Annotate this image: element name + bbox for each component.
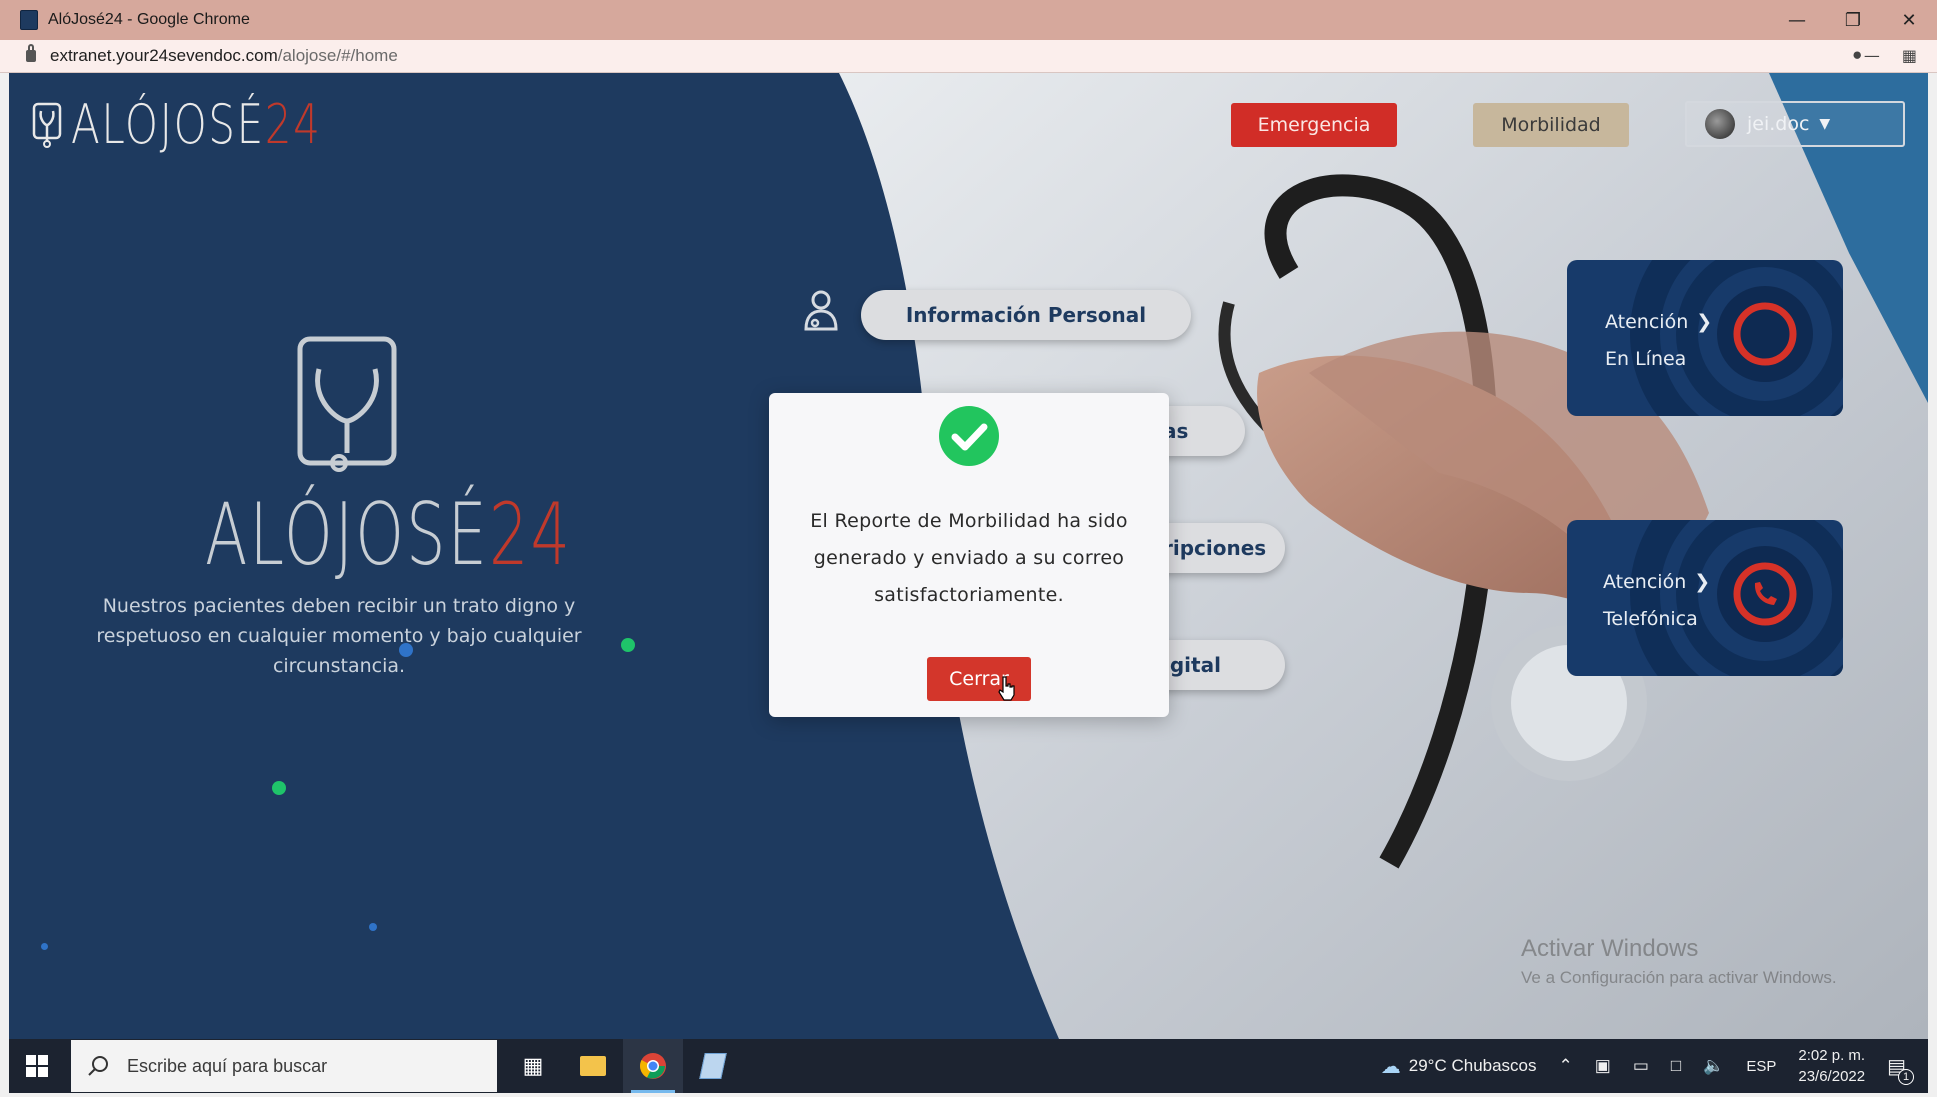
- chevron-right-icon: ❯: [1696, 311, 1713, 333]
- menu-item-label: igital: [1163, 653, 1221, 677]
- stethoscope-large-logo-icon: [297, 336, 397, 466]
- logo-wordmark-num: 24: [264, 93, 322, 156]
- decorative-dot: [41, 943, 48, 950]
- screen: AlóJosé24 - Google Chrome — ❐ ✕ extranet…: [0, 0, 1937, 1097]
- decorative-dot: [272, 781, 286, 795]
- success-modal: El Reporte de Morbilidad ha sido generad…: [769, 393, 1169, 717]
- notification-count: 1: [1898, 1068, 1914, 1085]
- hand-cursor-icon: [998, 676, 1015, 701]
- tagline: Nuestros pacientes deben recibir un trat…: [96, 595, 582, 677]
- stethoscope-logo-icon: [32, 102, 62, 148]
- battery-icon: ▭: [1632, 1056, 1649, 1075]
- close-window-button[interactable]: ✕: [1881, 0, 1937, 40]
- file-explorer-button[interactable]: [563, 1039, 623, 1093]
- url-path: /alojose/#/home: [277, 46, 398, 65]
- phone-icon: [1733, 562, 1797, 626]
- card-line2: Telefónica: [1603, 608, 1698, 630]
- cloud-rain-icon: ☁: [1380, 1055, 1401, 1078]
- lock-icon[interactable]: [26, 44, 36, 62]
- user-name: jei.doc: [1747, 113, 1810, 135]
- camera-icon: ▣: [1594, 1056, 1611, 1075]
- address-bar-icons: ⚫— ▦: [1850, 46, 1917, 65]
- user-menu-dropdown[interactable]: jei.doc ▼: [1685, 101, 1905, 147]
- menu-item-label: ripciones: [1163, 536, 1267, 560]
- success-check-icon: [939, 406, 999, 466]
- menu-item-label: Información Personal: [905, 303, 1147, 327]
- chevron-up-icon: ⌃: [1558, 1056, 1573, 1075]
- modal-message: El Reporte de Morbilidad ha sido generad…: [810, 510, 1128, 606]
- avatar: [1705, 109, 1735, 139]
- tray-app-icon[interactable]: ▣: [1595, 1056, 1611, 1076]
- search-placeholder: Escribe aquí para buscar: [127, 1055, 328, 1076]
- activation-watermark-title: Activar Windows: [1521, 935, 1699, 962]
- chrome-icon: [640, 1053, 666, 1079]
- app-taskbar-button[interactable]: [683, 1039, 743, 1093]
- task-view-icon: ▦: [522, 1053, 544, 1079]
- card-label: Atención ❯ Telefónica: [1603, 564, 1710, 638]
- search-icon: [88, 1056, 108, 1076]
- stethoscope-bell-icon: [330, 454, 348, 472]
- restore-button[interactable]: ❐: [1825, 0, 1881, 40]
- speaker-icon: 🔈: [1703, 1056, 1725, 1075]
- emergency-button[interactable]: Emergencia: [1231, 103, 1397, 147]
- windows-taskbar: Escribe aquí para buscar ▦ ☁ 29°C Chubas…: [9, 1039, 1928, 1093]
- card-line1: Atención: [1603, 571, 1687, 593]
- clock-date: 23/6/2022: [1798, 1068, 1866, 1085]
- hero-wordmark: ALÓJOSÉ24: [205, 485, 572, 585]
- card-online-attention[interactable]: Atención ❯ En Línea: [1567, 260, 1843, 416]
- taskbar-search-input[interactable]: Escribe aquí para buscar: [71, 1040, 497, 1092]
- notepad-icon: [699, 1053, 727, 1079]
- window-title: AlóJosé24 - Google Chrome: [48, 11, 250, 28]
- clock-time: 2:02 p. m.: [1798, 1047, 1866, 1064]
- clock[interactable]: 2:02 p. m. 23/6/2022: [1798, 1045, 1865, 1087]
- decorative-dot: [621, 638, 635, 652]
- system-tray: ☁ 29°C Chubascos ⌃ ▣ ▭ □ 🔈 ESP 2:02 p. m…: [1381, 1039, 1928, 1093]
- url-text[interactable]: extranet.your24sevendoc.com/alojose/#/ho…: [50, 46, 398, 66]
- logo-wordmark-text: ALÓJOSÉ: [71, 93, 265, 156]
- translate-icon[interactable]: ▦: [1902, 46, 1917, 65]
- windows-logo-icon: [26, 1055, 48, 1077]
- hero-wordmark-num: 24: [488, 485, 573, 585]
- header-logo[interactable]: ALÓJOSÉ24: [31, 93, 392, 156]
- chrome-taskbar-button[interactable]: [623, 1039, 683, 1093]
- decorative-dot: [369, 923, 377, 931]
- network-icon: □: [1670, 1056, 1682, 1075]
- morbidity-button[interactable]: Morbilidad: [1473, 103, 1629, 147]
- key-icon[interactable]: ⚫—: [1850, 46, 1879, 65]
- hero-wordmark-text: ALÓJOSÉ: [205, 485, 489, 585]
- address-bar[interactable]: extranet.your24sevendoc.com/alojose/#/ho…: [0, 40, 1937, 73]
- card-phone-attention[interactable]: Atención ❯ Telefónica: [1567, 520, 1843, 676]
- browser-titlebar: AlóJosé24 - Google Chrome — ❐ ✕: [0, 0, 1937, 40]
- start-button[interactable]: [9, 1039, 65, 1093]
- card-line1: Atención: [1605, 311, 1689, 333]
- weather-widget[interactable]: ☁ 29°C Chubascos: [1381, 1054, 1537, 1079]
- chevron-right-icon: ❯: [1694, 571, 1711, 593]
- notifications-button[interactable]: ▤ 1: [1887, 1054, 1914, 1085]
- volume-button[interactable]: 🔈: [1703, 1056, 1724, 1076]
- battery-button[interactable]: ▭: [1633, 1056, 1649, 1076]
- decorative-dot: [399, 643, 413, 657]
- minimize-button[interactable]: —: [1769, 0, 1825, 40]
- url-host: extranet.your24sevendoc.com: [50, 46, 278, 65]
- caret-down-icon: ▼: [1819, 116, 1831, 132]
- activation-watermark-subtitle: Ve a Configuración para activar Windows.: [1521, 968, 1837, 987]
- card-label: Atención ❯ En Línea: [1605, 304, 1712, 378]
- menu-item-personal-info[interactable]: Información Personal: [861, 290, 1191, 340]
- show-hidden-icons-button[interactable]: ⌃: [1559, 1056, 1573, 1076]
- folder-icon: [580, 1056, 606, 1076]
- site-favicon-icon: [20, 10, 38, 30]
- network-button[interactable]: □: [1671, 1056, 1681, 1076]
- window-controls: — ❐ ✕: [1769, 0, 1937, 40]
- language-indicator[interactable]: ESP: [1746, 1058, 1776, 1075]
- card-line2: En Línea: [1605, 348, 1687, 370]
- weather-text: 29°C Chubascos: [1408, 1056, 1537, 1075]
- task-view-button[interactable]: ▦: [503, 1039, 563, 1093]
- record-icon: [1733, 302, 1797, 366]
- doctor-profile-icon: [804, 290, 838, 331]
- website-viewport: ALÓJOSÉ24 Emergencia Morbilidad jei.doc …: [9, 73, 1928, 1039]
- logo-wordmark: ALÓJOSÉ24: [71, 93, 322, 156]
